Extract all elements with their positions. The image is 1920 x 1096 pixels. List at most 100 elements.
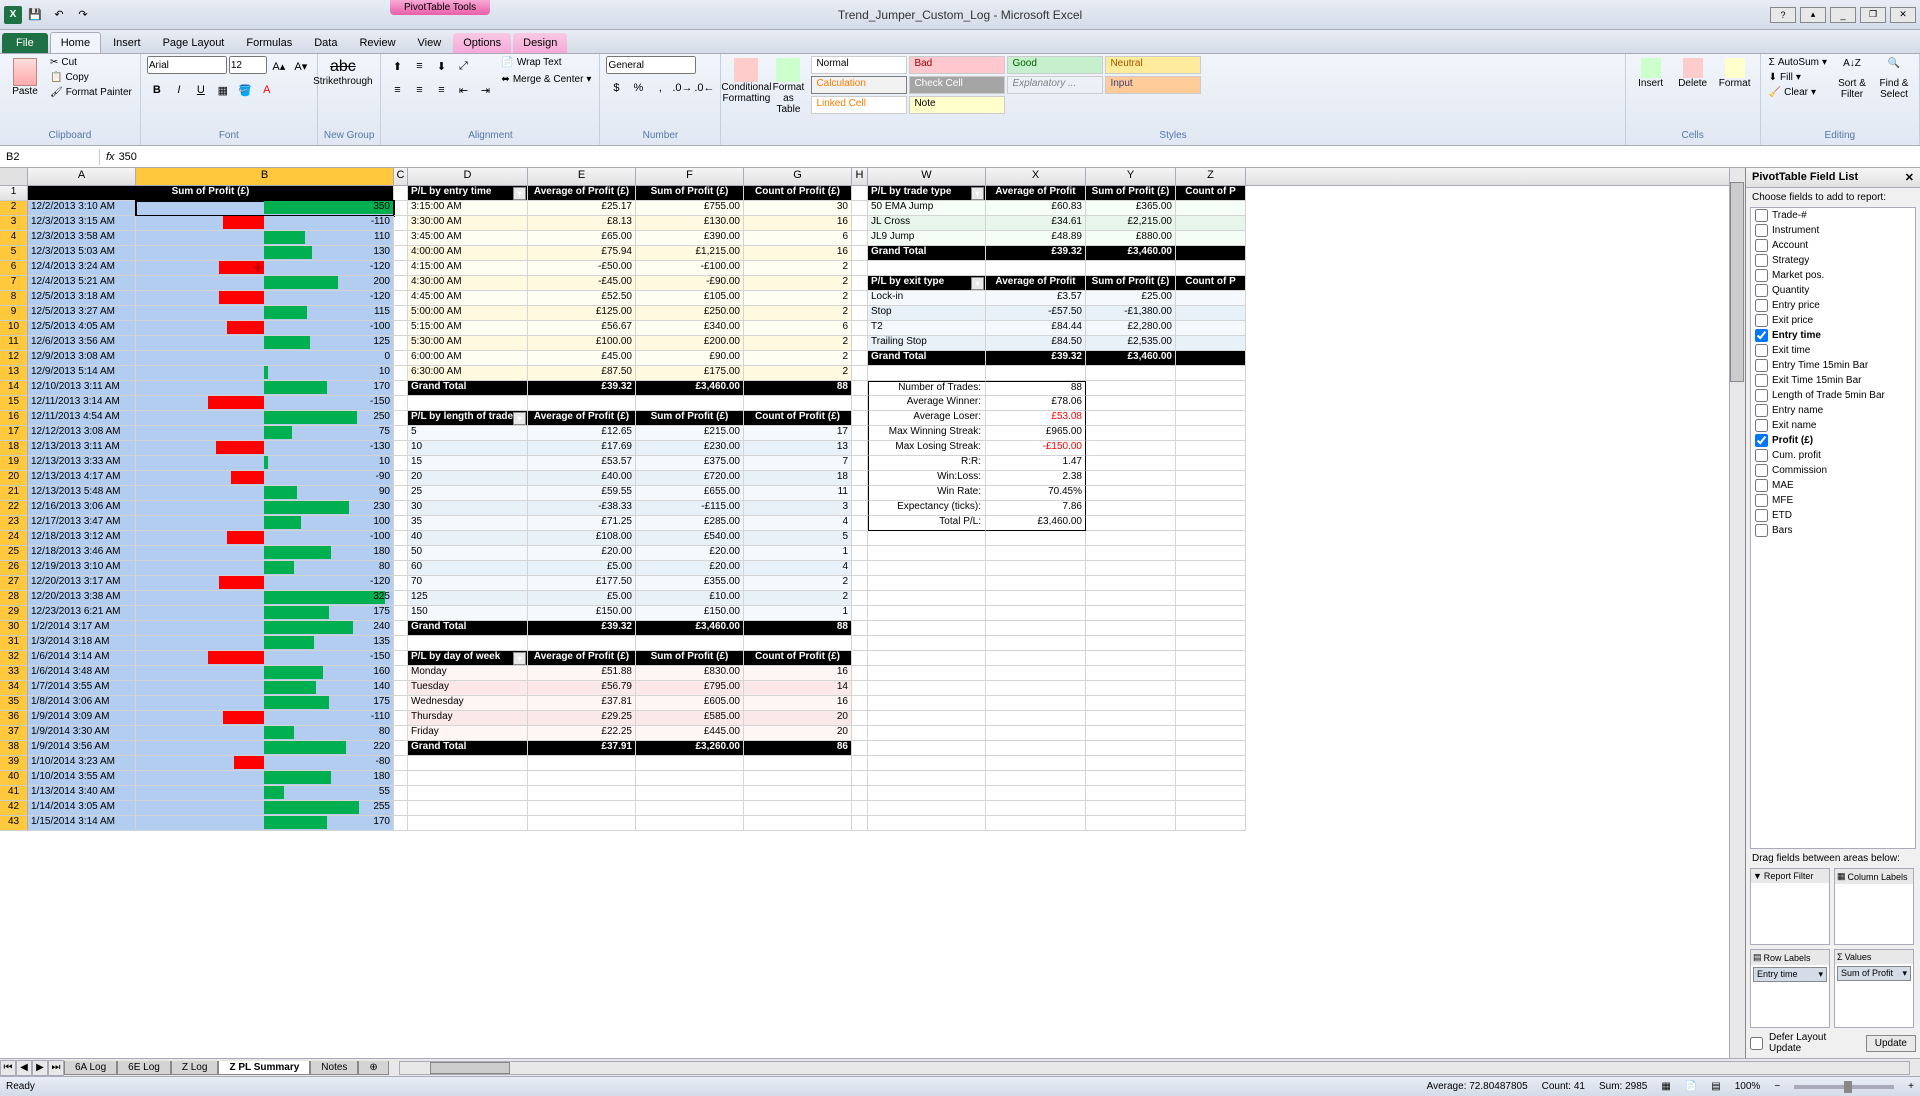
cell[interactable]: £45.00 (528, 351, 636, 366)
minimize-icon[interactable]: _ (1830, 7, 1856, 23)
profit-bar-cell[interactable]: 75 (136, 426, 394, 441)
tab-data[interactable]: Data (304, 33, 347, 53)
cell[interactable]: £56.67 (528, 321, 636, 336)
cell[interactable] (852, 216, 868, 231)
stat-value[interactable]: 7.86 (986, 501, 1086, 516)
field-cum-profit[interactable]: Cum. profit (1751, 448, 1915, 463)
field-checkbox[interactable] (1755, 254, 1768, 267)
col-header-C[interactable]: C (394, 168, 408, 185)
cell[interactable]: Wednesday (408, 696, 528, 711)
cell[interactable]: £3,460.00 (636, 381, 744, 396)
cell[interactable] (394, 366, 408, 381)
cell[interactable] (986, 681, 1086, 696)
stat-value[interactable]: 70.45% (986, 486, 1086, 501)
cell[interactable]: 60 (408, 561, 528, 576)
cell[interactable] (1176, 261, 1246, 276)
date-cell[interactable]: 12/3/2013 3:15 AM (28, 216, 136, 231)
cell[interactable] (394, 741, 408, 756)
cell[interactable]: £2,535.00 (1086, 336, 1176, 351)
cell[interactable] (868, 576, 986, 591)
cell[interactable] (852, 336, 868, 351)
cell[interactable]: -£38.33 (528, 501, 636, 516)
cell[interactable] (1086, 636, 1176, 651)
cell[interactable] (394, 696, 408, 711)
pt-section-header[interactable]: P/L by length of trade▾ (408, 411, 528, 426)
cell[interactable] (1176, 201, 1246, 216)
cell[interactable] (852, 306, 868, 321)
hscroll-thumb[interactable] (430, 1062, 510, 1074)
cell[interactable]: £52.50 (528, 291, 636, 306)
cell[interactable] (394, 546, 408, 561)
profit-bar-cell[interactable]: 255 (136, 801, 394, 816)
bold-button[interactable]: B (147, 80, 167, 100)
field-checkbox[interactable] (1755, 329, 1768, 342)
cell[interactable] (986, 546, 1086, 561)
cell[interactable] (1176, 381, 1246, 396)
align-right-icon[interactable]: ≡ (431, 80, 451, 100)
profit-bar-cell[interactable]: 180 (136, 771, 394, 786)
filter-icon[interactable]: ▾ (971, 187, 984, 200)
cell[interactable]: £39.32 (986, 351, 1086, 366)
cell[interactable] (408, 816, 528, 831)
cell[interactable] (986, 651, 1086, 666)
cell[interactable] (1086, 651, 1176, 666)
cell[interactable] (986, 666, 1086, 681)
cell[interactable] (1176, 426, 1246, 441)
view-break-icon[interactable]: ▤ (1711, 1081, 1720, 1092)
date-cell[interactable]: 12/5/2013 3:27 AM (28, 306, 136, 321)
cell[interactable] (1176, 216, 1246, 231)
cell[interactable] (986, 591, 1086, 606)
cell[interactable]: 86 (744, 741, 852, 756)
cell[interactable]: £20.00 (528, 546, 636, 561)
stat-value[interactable]: 1.47 (986, 456, 1086, 471)
pt-col-hdr[interactable]: Count of P (1176, 186, 1246, 201)
cell[interactable]: Sum of Profit (£) (1086, 276, 1176, 291)
cell[interactable] (1176, 816, 1246, 831)
cell[interactable] (852, 441, 868, 456)
cell[interactable] (744, 756, 852, 771)
copy-button[interactable]: 📋 Copy (48, 71, 134, 84)
cell[interactable]: 1 (744, 606, 852, 621)
profit-bar-cell[interactable]: 80 (136, 561, 394, 576)
cell[interactable]: 16 (744, 246, 852, 261)
tab-home[interactable]: Home (50, 32, 101, 53)
profit-bar-cell[interactable]: 90 (136, 486, 394, 501)
cell[interactable] (394, 381, 408, 396)
date-cell[interactable]: 1/10/2014 3:23 AM (28, 756, 136, 771)
format-table-button[interactable]: Format as Table (769, 56, 807, 117)
profit-bar-cell[interactable]: 110 (136, 231, 394, 246)
cell[interactable] (394, 456, 408, 471)
cell[interactable]: £5.00 (528, 591, 636, 606)
stat-label[interactable]: Max Winning Streak: (868, 426, 986, 441)
cell[interactable]: 3 (744, 501, 852, 516)
cell[interactable]: £37.81 (528, 696, 636, 711)
stat-label[interactable]: Max Losing Streak: (868, 441, 986, 456)
cell[interactable] (852, 201, 868, 216)
cell[interactable]: Average of Profit (£) (528, 411, 636, 426)
cell[interactable] (1086, 621, 1176, 636)
cell[interactable]: 40 (408, 531, 528, 546)
delete-cells-button[interactable]: Delete (1674, 56, 1712, 91)
cell[interactable]: 16 (744, 696, 852, 711)
cell[interactable]: £90.00 (636, 351, 744, 366)
col-header-W[interactable]: W (868, 168, 986, 185)
cell[interactable] (1176, 246, 1246, 261)
cell[interactable] (1176, 591, 1246, 606)
dec-decimal-icon[interactable]: .0← (694, 78, 714, 98)
field-exit-name[interactable]: Exit name (1751, 418, 1915, 433)
profit-bar-cell[interactable]: -120 (136, 291, 394, 306)
field-length-of-trade-5min-bar[interactable]: Length of Trade 5min Bar (1751, 388, 1915, 403)
cond-format-button[interactable]: Conditional Formatting (727, 56, 765, 106)
cell[interactable]: 4 (744, 561, 852, 576)
profit-bar-cell[interactable]: 180 (136, 546, 394, 561)
field-checkbox[interactable] (1755, 464, 1768, 477)
cell[interactable] (986, 561, 1086, 576)
cell[interactable] (1086, 486, 1176, 501)
tab-file[interactable]: File (2, 33, 48, 53)
cell[interactable]: 50 (408, 546, 528, 561)
col-header-Z[interactable]: Z (1176, 168, 1246, 185)
stat-value[interactable]: 2.38 (986, 471, 1086, 486)
cell[interactable] (868, 741, 986, 756)
cell[interactable] (528, 396, 636, 411)
percent-icon[interactable]: % (628, 78, 648, 98)
